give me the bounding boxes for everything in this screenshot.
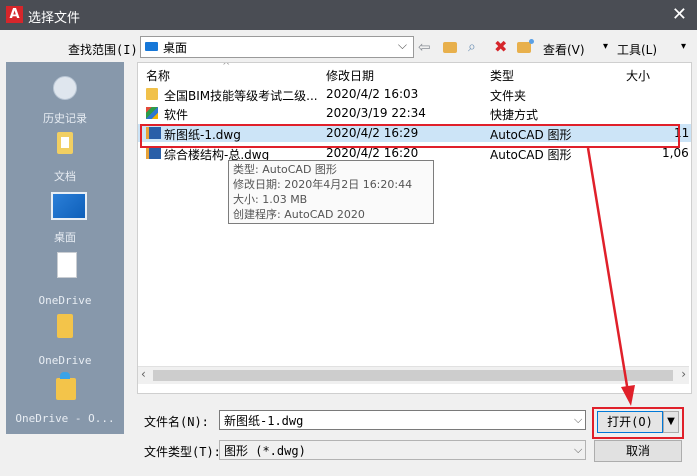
- desktop-icon: [145, 42, 158, 51]
- sidebar-item-label: OneDrive: [38, 294, 92, 307]
- tooltip-app: 创建程序: AutoCAD 2020: [233, 208, 365, 221]
- chevron-down-icon[interactable]: ⌵: [574, 443, 582, 457]
- filename-input[interactable]: 新图纸-1.dwg: [219, 410, 586, 430]
- desktop-icon: [51, 192, 87, 220]
- tools-menu[interactable]: 工具(L): [617, 41, 657, 58]
- up-folder-icon[interactable]: [443, 42, 457, 53]
- file-modified: 2020/3/19 22:34: [326, 106, 426, 120]
- title-bar: A 选择文件 ✕: [0, 0, 697, 30]
- file-name: 软件: [164, 108, 189, 122]
- search-web-icon[interactable]: ⌕: [468, 38, 476, 56]
- dwg-file-icon: [146, 147, 161, 159]
- history-icon: [53, 76, 77, 100]
- tooltip-size: 大小: 1.03 MB: [233, 193, 308, 206]
- chevron-down-icon[interactable]: ⌵: [574, 413, 582, 427]
- places-sidebar: 历史记录 文档 桌面 OneDrive OneDrive OneDrive - …: [6, 62, 124, 434]
- folder-icon: [146, 88, 158, 100]
- delete-icon[interactable]: ✖: [494, 38, 507, 56]
- file-info-tooltip: 类型: AutoCAD 图形 修改日期: 2020年4月2日 16:20:44 …: [228, 160, 434, 224]
- folder-icon: [57, 314, 73, 338]
- scrollbar-thumb[interactable]: [153, 370, 673, 381]
- open-dropdown-icon[interactable]: ▼: [663, 411, 679, 433]
- sidebar-item-label: 桌面: [54, 231, 76, 244]
- sidebar-item-label: OneDrive: [38, 354, 92, 367]
- list-item[interactable]: 软件 2020/3/19 22:34 快捷方式: [138, 104, 691, 122]
- tooltip-modified: 修改日期: 2020年4月2日 16:20:44: [233, 178, 413, 191]
- sidebar-item-label: OneDrive - O...: [15, 412, 115, 425]
- file-size: 1,06: [662, 146, 689, 160]
- scroll-left-icon[interactable]: ‹: [141, 367, 146, 381]
- filename-label: 文件名(N):: [144, 415, 209, 429]
- filetype-select[interactable]: 图形 (*.dwg): [219, 440, 586, 460]
- back-arrow-icon[interactable]: ⇦: [418, 38, 431, 56]
- column-header-modified[interactable]: 修改日期: [326, 67, 374, 84]
- sidebar-item-label: 文档: [54, 170, 76, 183]
- window-title: 选择文件: [28, 11, 81, 26]
- look-in-combo[interactable]: 桌面 ⌵: [140, 36, 414, 58]
- file-type: 快捷方式: [490, 108, 539, 122]
- open-button[interactable]: 打开(O): [597, 411, 663, 433]
- sort-indicator-icon: ^: [222, 62, 231, 72]
- scroll-right-icon[interactable]: ›: [681, 367, 686, 381]
- view-dropdown-icon[interactable]: ▾: [603, 41, 608, 52]
- look-in-label: 查找范围(I):: [68, 43, 145, 57]
- list-item[interactable]: 全国BIM技能等级考试二级... 2020/4/2 16:03 文件夹: [138, 85, 691, 103]
- file-type: AutoCAD 图形: [490, 148, 572, 162]
- documents-icon: [57, 132, 73, 154]
- autocad-logo-icon: A: [6, 6, 23, 23]
- chevron-down-icon[interactable]: ⌵: [398, 38, 407, 53]
- column-header-type[interactable]: 类型: [490, 67, 514, 84]
- sidebar-item-label: 历史记录: [43, 112, 87, 125]
- tooltip-type: 类型: AutoCAD 图形: [233, 163, 337, 176]
- column-header-size[interactable]: 大小: [626, 67, 650, 84]
- shortcut-icon: [146, 107, 158, 119]
- column-header-name[interactable]: 名称: [146, 67, 170, 84]
- annotation-highlight-box: [140, 124, 680, 148]
- view-menu[interactable]: 查看(V): [543, 41, 585, 58]
- file-type: 文件夹: [490, 89, 527, 103]
- close-button[interactable]: ✕: [672, 4, 687, 25]
- tools-dropdown-icon[interactable]: ▾: [681, 41, 686, 52]
- file-modified: 2020/4/2 16:20: [326, 146, 419, 160]
- file-name: 全国BIM技能等级考试二级...: [164, 89, 318, 103]
- onedrive-folder-icon: [56, 372, 76, 400]
- horizontal-scrollbar[interactable]: ‹ ›: [138, 366, 689, 384]
- cancel-button[interactable]: 取消: [594, 440, 682, 462]
- new-folder-icon[interactable]: [517, 39, 534, 53]
- filetype-label: 文件类型(T):: [144, 445, 221, 459]
- look-in-value: 桌面: [163, 41, 188, 55]
- file-icon: [57, 252, 77, 278]
- file-list[interactable]: 名称 ^ 修改日期 类型 大小 全国BIM技能等级考试二级... 2020/4/…: [137, 62, 692, 394]
- file-modified: 2020/4/2 16:03: [326, 87, 419, 101]
